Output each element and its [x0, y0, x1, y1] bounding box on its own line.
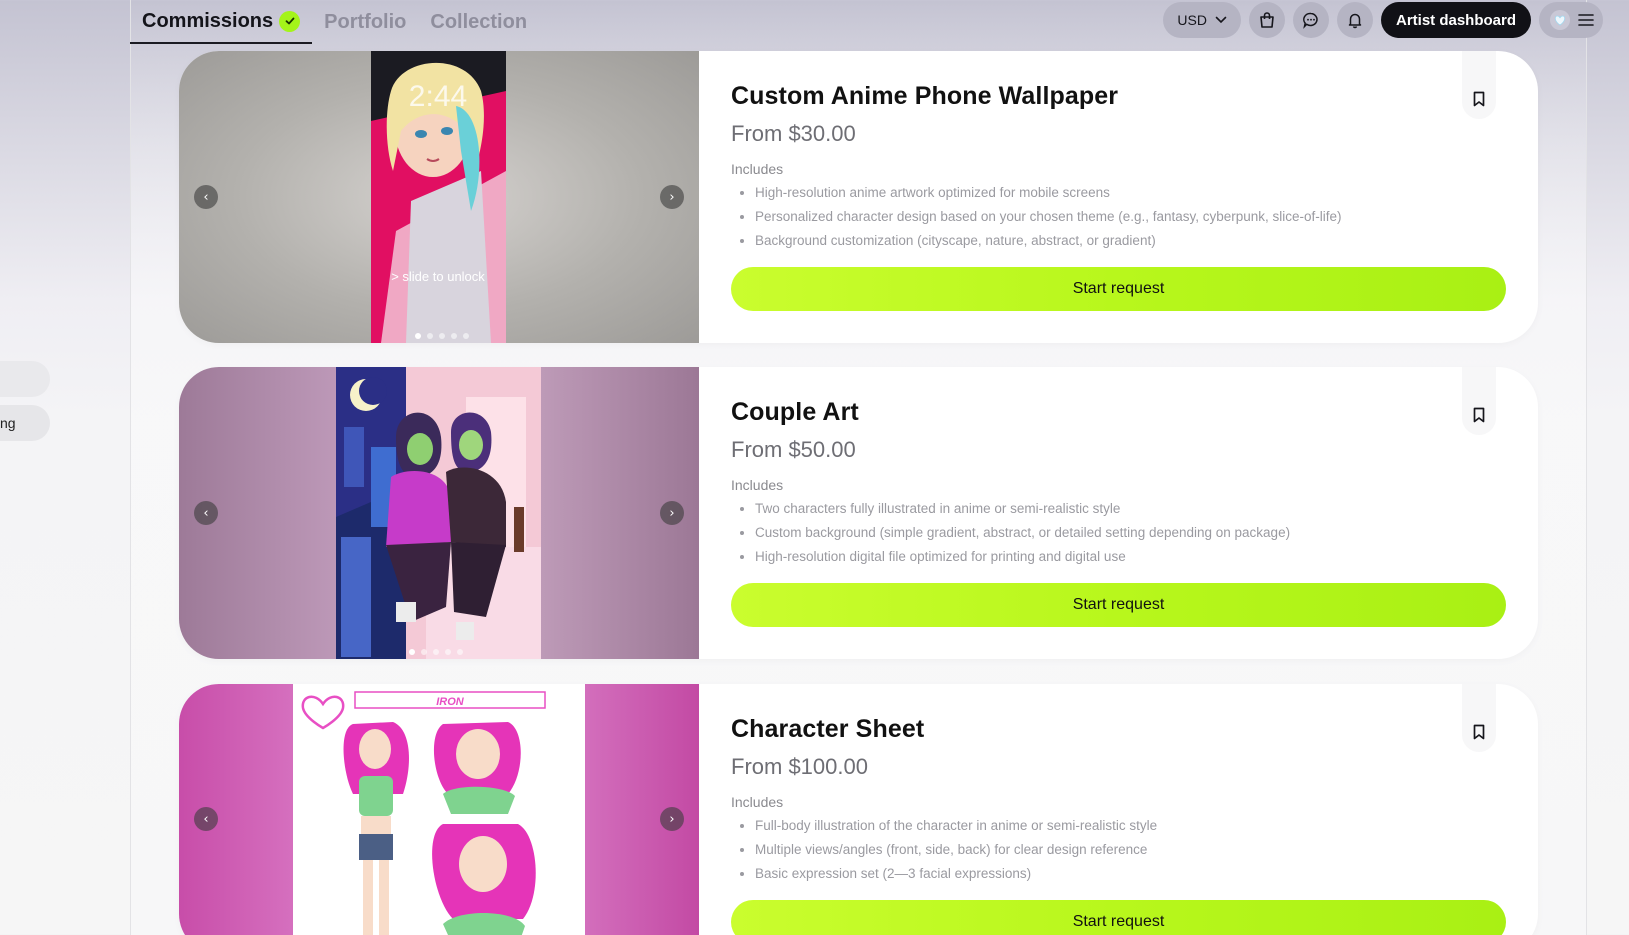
start-request-button[interactable]: Start request: [731, 267, 1506, 311]
sidebar-item-label: ng: [0, 415, 16, 431]
carousel-dot[interactable]: [457, 649, 463, 655]
sidebar-item[interactable]: [0, 361, 50, 397]
bookmark-button[interactable]: [1462, 367, 1496, 435]
carousel-dot[interactable]: [427, 333, 433, 339]
bookmark-button[interactable]: [1462, 684, 1496, 752]
commission-price: From $30.00: [731, 121, 856, 146]
character-sheet-label: IRON: [436, 696, 465, 708]
chat-bubble-icon: [1303, 12, 1318, 29]
includes-list: Two characters fully illustrated in anim…: [731, 497, 1506, 569]
carousel-next-button[interactable]: ›: [660, 185, 684, 209]
tab-label: Portfolio: [324, 10, 407, 33]
tab-commissions[interactable]: Commissions: [130, 0, 313, 44]
includes-label: Includes: [731, 477, 784, 493]
tab-collection[interactable]: Collection: [418, 0, 539, 44]
chevron-left-icon: ‹: [203, 505, 209, 521]
top-navigation: Commissions Portfolio Collection USD Art…: [0, 0, 1629, 46]
start-request-button[interactable]: Start request: [731, 900, 1506, 935]
check-icon: [279, 10, 301, 32]
carousel-dot[interactable]: [439, 333, 445, 339]
includes-label: Includes: [731, 161, 784, 177]
includes-item: Custom background (simple gradient, abst…: [755, 521, 1506, 545]
image-carousel: ‹ ›: [179, 367, 699, 659]
chevron-down-icon: [1215, 16, 1227, 24]
carousel-dot[interactable]: [445, 649, 451, 655]
tab-portfolio[interactable]: Portfolio: [312, 0, 418, 44]
messages-button[interactable]: [1292, 2, 1329, 38]
carousel-prev-button[interactable]: ‹: [194, 185, 218, 209]
commission-info: Custom Anime Phone Wallpaper From $30.00…: [731, 51, 1506, 311]
commission-price: From $50.00: [731, 437, 856, 462]
commission-card: IRON ‹ › Character Sheet From $100.00 In…: [179, 684, 1538, 935]
currency-value: USD: [1177, 12, 1207, 28]
artist-dashboard-button[interactable]: Artist dashboard: [1380, 2, 1531, 38]
bookmark-icon: [1473, 407, 1485, 423]
includes-item: Multiple views/angles (front, side, back…: [755, 838, 1506, 862]
wallpaper-unlock-text: > slide to unlock: [391, 269, 485, 284]
carousel-next-button[interactable]: ›: [660, 501, 684, 525]
heart-avatar-icon: [1549, 10, 1570, 30]
hamburger-menu-icon: [1577, 14, 1594, 26]
commission-card: 2:44 > slide to unlock ‹ › Custom Anime …: [179, 51, 1538, 343]
bookmark-button[interactable]: [1462, 51, 1496, 119]
character-sheet-artwork-image: IRON: [293, 684, 585, 935]
bell-icon: [1348, 13, 1362, 29]
carousel-prev-button[interactable]: ‹: [194, 501, 218, 525]
carousel-dot[interactable]: [415, 333, 421, 339]
tab-label: Collection: [430, 10, 528, 33]
includes-item: High-resolution anime artwork optimized …: [755, 181, 1506, 205]
chevron-right-icon: ›: [669, 189, 675, 205]
includes-list: High-resolution anime artwork optimized …: [731, 181, 1506, 253]
includes-list: Full-body illustration of the character …: [731, 814, 1506, 886]
commission-price: From $100.00: [731, 754, 868, 779]
commission-title: Couple Art: [731, 398, 859, 426]
wallpaper-artwork-image: 2:44 > slide to unlock: [371, 51, 506, 343]
bookmark-icon: [1473, 724, 1485, 740]
carousel-dot[interactable]: [421, 649, 427, 655]
image-carousel: 2:44 > slide to unlock ‹ ›: [179, 51, 699, 343]
includes-label: Includes: [731, 794, 784, 810]
carousel-dots: [409, 649, 463, 655]
notifications-button[interactable]: [1336, 2, 1373, 38]
start-request-button[interactable]: Start request: [731, 583, 1506, 627]
profile-tabs: Commissions Portfolio Collection: [130, 0, 539, 44]
includes-item: Basic expression set (2—3 facial express…: [755, 862, 1506, 886]
couple-artwork-image: [336, 367, 541, 659]
chevron-left-icon: ‹: [203, 811, 209, 827]
includes-item: Personalized character design based on y…: [755, 205, 1506, 229]
carousel-prev-button[interactable]: ‹: [194, 807, 218, 831]
commission-title: Character Sheet: [731, 715, 925, 743]
carousel-next-button[interactable]: ›: [660, 807, 684, 831]
commission-info: Character Sheet From $100.00 Includes Fu…: [731, 684, 1506, 935]
carousel-dot[interactable]: [451, 333, 457, 339]
includes-item: Full-body illustration of the character …: [755, 814, 1506, 838]
bookmark-icon: [1473, 91, 1485, 107]
sidebar-item[interactable]: ng: [0, 405, 50, 441]
commission-card: ‹ › Couple Art From $50.00 Includes Two …: [179, 367, 1538, 659]
cart-button[interactable]: [1248, 2, 1285, 38]
tab-label: Commissions: [142, 9, 274, 32]
includes-item: Two characters fully illustrated in anim…: [755, 497, 1506, 521]
image-carousel: IRON ‹ ›: [179, 684, 699, 935]
currency-selector[interactable]: USD: [1163, 2, 1241, 38]
chevron-left-icon: ‹: [203, 189, 209, 205]
carousel-dots: [415, 333, 469, 339]
wallpaper-time-text: 2:44: [409, 80, 467, 113]
carousel-dot[interactable]: [433, 649, 439, 655]
commission-info: Couple Art From $50.00 Includes Two char…: [731, 367, 1506, 627]
nav-actions: USD Artist dashboard: [1163, 2, 1603, 38]
includes-item: High-resolution digital file optimized f…: [755, 545, 1506, 569]
artist-dashboard-label: Artist dashboard: [1395, 11, 1516, 29]
carousel-dot[interactable]: [409, 649, 415, 655]
chevron-right-icon: ›: [669, 811, 675, 827]
commission-title: Custom Anime Phone Wallpaper: [731, 82, 1119, 110]
carousel-dot[interactable]: [463, 333, 469, 339]
includes-item: Background customization (cityscape, nat…: [755, 229, 1506, 253]
shopping-bag-icon: [1260, 12, 1274, 28]
user-menu-button[interactable]: [1539, 2, 1603, 38]
chevron-right-icon: ›: [669, 505, 675, 521]
